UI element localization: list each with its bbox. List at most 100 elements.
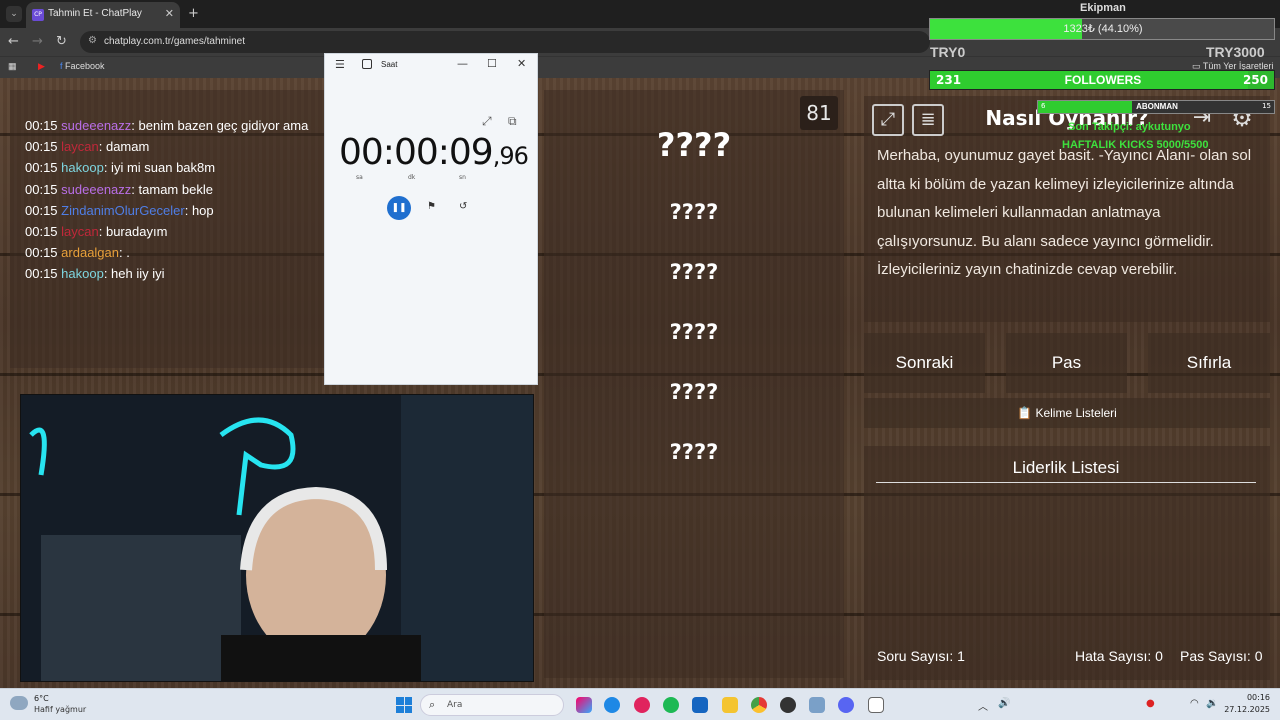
chat-username[interactable]: hakoop [61, 160, 104, 175]
url-text: chatplay.com.tr/games/tahminet [104, 36, 245, 47]
chat-username[interactable]: sudeeenazz [61, 182, 131, 197]
edge-icon[interactable] [604, 697, 620, 713]
chat-time: 00:15 [25, 181, 58, 197]
store-icon[interactable] [692, 697, 708, 713]
chat-message: 00:15 sudeeenazz: benim bazen geç gidiyo… [25, 118, 308, 133]
chat-username[interactable]: ardaalgan [61, 245, 119, 260]
weather-icon[interactable] [10, 696, 28, 710]
goal-max: TRY3000 [1206, 44, 1265, 60]
chrome-icon[interactable] [751, 697, 767, 713]
tab-favicon: CP [32, 9, 44, 21]
reload-icon[interactable]: ↻ [56, 34, 67, 49]
chat-text: : benim bazen geç gidiyor ama [131, 118, 309, 133]
main-word: ???? [656, 126, 732, 164]
word-lists-label: Kelime Listeleri [1035, 406, 1117, 420]
chat-text: : hop [184, 202, 214, 218]
chat-text: : heh iiy iyi [103, 266, 165, 282]
pause-button[interactable]: ❚❚ [387, 196, 411, 220]
reset-icon[interactable]: ↺ [459, 201, 467, 212]
system-date[interactable]: 27.12.2025 [1222, 705, 1270, 714]
browser-tab[interactable]: CP Tahmin Et - ChatPlay ✕ [26, 2, 180, 28]
site-info-icon[interactable]: ⚙ [88, 35, 97, 46]
file-explorer-icon[interactable] [722, 697, 738, 713]
forward-icon[interactable]: → [32, 34, 43, 49]
chat-message: 00:15 laycan: damam [25, 139, 149, 154]
start-icon[interactable] [396, 697, 412, 713]
clock-window: ☰ Saat — ☐ ✕ ⤢ ⧉ 00:00:09,96 sa dk sn ❚❚… [324, 53, 538, 385]
chat-username[interactable]: sudeeenazz [61, 118, 131, 133]
facebook-icon: f [60, 61, 63, 71]
chat-time: 00:15 [25, 266, 58, 282]
search-icon: ⌕ [429, 698, 436, 711]
chat-message: 00:15 sudeeenazz: tamam bekle [25, 182, 213, 197]
stopwatch-display: 00:00:09,96 [339, 132, 529, 173]
clock-app-taskbar-icon[interactable] [868, 697, 884, 713]
chat-text: : buradayım [98, 224, 168, 239]
leaderboard-title: Liderlik Listesi [876, 458, 1256, 483]
volume-icon[interactable]: 🔉 [1206, 698, 1218, 709]
hidden-words-panel: ???????????????????????? [544, 90, 844, 678]
expand-icon[interactable]: ⤢ [482, 114, 492, 129]
chat-time: 00:15 [25, 139, 58, 155]
chat-time: 00:15 [25, 245, 58, 261]
minimize-icon[interactable]: — [457, 57, 468, 70]
subscriber-target: 15 [1262, 102, 1271, 110]
clock-app-icon [362, 59, 372, 69]
youtube-icon[interactable]: ▶ [38, 61, 45, 72]
bookmark-facebook[interactable]: f Facebook [60, 61, 105, 71]
forbidden-word: ???? [669, 260, 719, 284]
chat-panel: 00:15 sudeeenazz: benim bazen geç gidiyo… [10, 90, 340, 368]
clipboard-icon: 📋 [1017, 406, 1033, 420]
obs-icon[interactable] [780, 697, 796, 713]
wifi-icon[interactable]: ◠ [1190, 698, 1199, 709]
spotify-icon[interactable] [663, 697, 679, 713]
copilot-icon[interactable] [576, 697, 592, 713]
unit-seconds: sn [459, 174, 466, 181]
system-time[interactable]: 00:16 [1238, 693, 1270, 702]
chat-username[interactable]: laycan [61, 224, 99, 239]
media-player-icon[interactable] [634, 697, 650, 713]
close-icon[interactable]: ✕ [165, 7, 174, 20]
close-icon[interactable]: ✕ [517, 57, 526, 70]
weather-temp: 6°C [34, 694, 49, 703]
chat-text: : tamam bekle [131, 181, 213, 197]
tab-title: Tahmin Et - ChatPlay [48, 8, 142, 19]
forbidden-word: ???? [669, 320, 719, 344]
error-count: Hata Sayısı: 0 [1075, 648, 1163, 664]
chat-time: 00:15 [25, 224, 58, 239]
flag-icon[interactable]: ⚑ [427, 201, 436, 212]
next-button[interactable]: Sonraki [864, 333, 985, 393]
chat-time: 00:15 [25, 202, 58, 218]
apps-icon[interactable]: ▦ [8, 61, 17, 72]
chat-username[interactable]: ZindanimOlurGeceler [61, 203, 185, 218]
chevron-up-icon[interactable]: ︿ [978, 698, 988, 713]
speaker-icon[interactable]: 🔊 [998, 698, 1010, 709]
clock-titlebar[interactable]: ☰ Saat — ☐ ✕ [325, 54, 537, 76]
word-lists-button[interactable]: 📋 Kelime Listeleri [864, 398, 1270, 428]
new-tab-button[interactable]: + [188, 6, 199, 21]
record-icon[interactable]: ● [1146, 698, 1155, 709]
chat-text: : damam [98, 139, 150, 155]
goal-min: TRY0 [930, 44, 966, 60]
subscriber-current: 6 [1041, 102, 1046, 110]
question-count: Soru Sayısı: 1 [877, 648, 965, 664]
back-icon[interactable]: ← [8, 34, 19, 49]
search-placeholder: Ara [447, 700, 463, 710]
chat-username[interactable]: hakoop [61, 266, 104, 281]
settings-app-icon[interactable] [809, 697, 825, 713]
chat-time: 00:15 [25, 160, 58, 176]
taskbar-search[interactable]: ⌕ Ara [420, 694, 564, 716]
pin-icon[interactable]: ⧉ [508, 114, 517, 129]
unit-hours: sa [356, 174, 363, 181]
address-bar[interactable]: ⚙ chatplay.com.tr/games/tahminet [80, 31, 930, 53]
followers-target: 250 [1242, 73, 1268, 87]
chat-username[interactable]: laycan [61, 139, 99, 154]
followers-label: FOLLOWERS [1064, 73, 1142, 87]
maximize-icon[interactable]: ☐ [487, 57, 497, 70]
subscriber-label: ABONMAN [1136, 102, 1178, 111]
pass-button[interactable]: Pas [1006, 333, 1127, 393]
reset-button[interactable]: Sıfırla [1148, 333, 1270, 393]
discord-icon[interactable] [838, 697, 854, 713]
menu-icon[interactable]: ☰ [335, 58, 345, 71]
tab-search-button[interactable]: ⌄ [6, 6, 22, 22]
